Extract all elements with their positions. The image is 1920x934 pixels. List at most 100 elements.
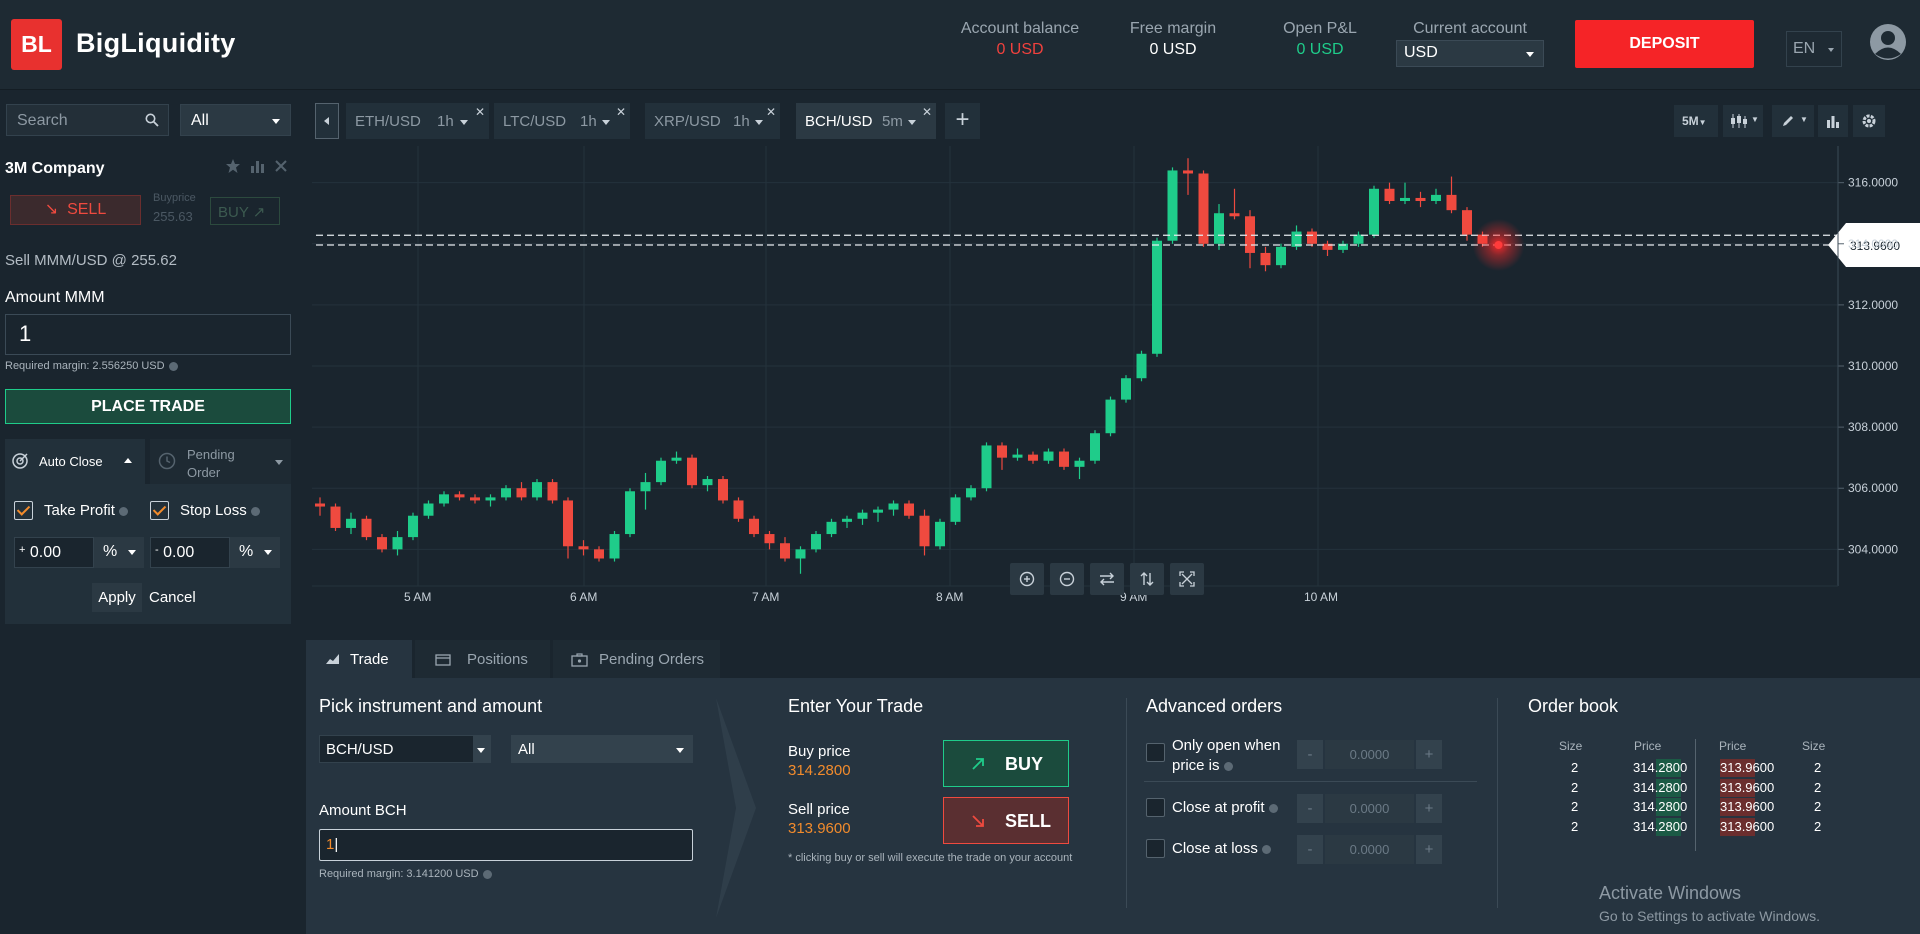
bid-size[interactable]: 2 — [1571, 799, 1578, 814]
close-icon[interactable]: ✕ — [475, 105, 485, 119]
take-profit-unit-select[interactable]: % — [94, 537, 144, 568]
brand-name[interactable]: BigLiquidity — [76, 28, 236, 59]
tabs-scroll-left-button[interactable] — [315, 103, 339, 139]
chevron-down-icon[interactable] — [755, 120, 763, 125]
chevron-down-icon[interactable] — [602, 120, 610, 125]
current-account-select[interactable]: USD — [1396, 40, 1544, 67]
user-avatar-icon[interactable] — [1869, 23, 1907, 61]
stepper-value[interactable]: 0.0000 — [1325, 835, 1414, 864]
star-icon[interactable] — [225, 158, 241, 179]
search-input[interactable]: Search — [6, 104, 169, 136]
increment-button[interactable]: + — [1416, 794, 1442, 823]
amount-input[interactable]: 1| — [319, 829, 693, 861]
bid-price[interactable]: 314.2800 — [1633, 760, 1687, 775]
ask-price[interactable]: 313.9600 — [1720, 780, 1774, 795]
chart-tab-eth-usd[interactable]: ETH/USD 1h ✕ — [346, 103, 489, 139]
language-select[interactable]: EN — [1786, 31, 1842, 67]
brand-logo[interactable]: BL — [11, 19, 62, 70]
info-icon[interactable] — [168, 361, 178, 371]
candle-body — [346, 518, 356, 528]
info-icon[interactable] — [1223, 761, 1233, 771]
bid-size[interactable]: 2 — [1571, 819, 1578, 834]
zoom-out-button[interactable] — [1050, 563, 1084, 595]
chart-tab-timeframe[interactable]: 5m — [882, 113, 903, 130]
chart-tab-timeframe[interactable]: 1h — [733, 113, 750, 130]
buy-button[interactable]: BUY ↗ — [210, 197, 280, 225]
decrement-button[interactable]: - — [1297, 794, 1323, 823]
ask-size[interactable]: 2 — [1814, 780, 1821, 795]
zoom-in-button[interactable] — [1010, 563, 1044, 595]
stepper-value[interactable]: 0.0000 — [1325, 740, 1414, 769]
chart-tab-timeframe[interactable]: 1h — [580, 113, 597, 130]
stop-loss-unit-select[interactable]: % — [230, 537, 280, 568]
info-icon[interactable] — [1268, 803, 1278, 813]
info-icon[interactable] — [482, 869, 492, 879]
increment-button[interactable]: + — [1416, 740, 1442, 769]
chart-tab-ltc-usd[interactable]: LTC/USD 1h ✕ — [494, 103, 630, 139]
bid-size[interactable]: 2 — [1571, 780, 1578, 795]
bar-chart-icon[interactable] — [249, 158, 265, 179]
chart-settings-button[interactable] — [1853, 105, 1885, 137]
add-chart-tab-button[interactable]: + — [945, 103, 980, 139]
close-icon[interactable]: ✕ — [616, 105, 626, 119]
info-icon[interactable] — [118, 506, 128, 516]
place-trade-button[interactable]: PLACE TRADE — [5, 389, 291, 424]
tab-positions[interactable]: Positions — [415, 640, 550, 678]
close-icon[interactable]: ✕ — [922, 105, 932, 119]
tab-pending-order[interactable]: Pending Order — [150, 439, 291, 484]
tab-trade-label: Trade — [350, 651, 389, 668]
stop-loss-checkbox[interactable] — [150, 501, 169, 520]
close-icon[interactable]: ✕ — [766, 105, 776, 119]
scroll-horizontal-button[interactable] — [1090, 563, 1124, 595]
chevron-down-icon[interactable] — [908, 120, 916, 125]
info-icon[interactable] — [1261, 844, 1271, 854]
instrument-select[interactable]: BCH/USD — [319, 735, 491, 763]
chart-tab-bch-usd[interactable]: BCH/USD 5m ✕ — [796, 103, 936, 139]
amount-input[interactable]: 1 — [5, 314, 291, 355]
ask-price[interactable]: 313.9600 — [1720, 819, 1774, 834]
chart-tab-timeframe[interactable]: 1h — [437, 113, 454, 130]
increment-button[interactable]: + — [1416, 835, 1442, 864]
bid-size[interactable]: 2 — [1571, 760, 1578, 775]
tab-pending-orders[interactable]: Pending Orders — [553, 640, 720, 678]
chevron-down-icon[interactable] — [460, 120, 468, 125]
close-at-profit-checkbox[interactable] — [1146, 798, 1165, 817]
stepper-value[interactable]: 0.0000 — [1325, 794, 1414, 823]
bid-price[interactable]: 314.2800 — [1633, 819, 1687, 834]
decrement-button[interactable]: - — [1297, 835, 1323, 864]
only-open-when-checkbox[interactable] — [1146, 743, 1165, 762]
price-chart[interactable]: 313.9600 304.0000 306.0000 308.0000 310.000… — [306, 146, 1920, 632]
chart-type-button[interactable]: ▼ — [1723, 105, 1763, 137]
deposit-button[interactable]: DEPOSIT — [1575, 20, 1754, 68]
decrement-button[interactable]: - — [1297, 740, 1323, 769]
ask-price[interactable]: 313.9600 — [1720, 799, 1774, 814]
category-select[interactable]: All — [511, 735, 693, 763]
scroll-vertical-button[interactable] — [1130, 563, 1164, 595]
close-icon[interactable] — [273, 158, 289, 179]
sell-button[interactable]: ↘ SELL — [10, 195, 141, 225]
tab-auto-close[interactable]: Auto Close — [5, 439, 145, 484]
interval-select[interactable]: 5M▼ — [1674, 105, 1718, 137]
info-icon[interactable] — [250, 506, 260, 516]
drawing-tools-button[interactable]: ▼ — [1772, 105, 1814, 137]
fullscreen-button[interactable] — [1170, 563, 1204, 595]
ask-price[interactable]: 313.9600 — [1720, 760, 1774, 775]
indicators-button[interactable] — [1818, 105, 1848, 137]
tab-trade[interactable]: Trade — [306, 640, 412, 678]
buy-button[interactable]: BUY — [943, 740, 1069, 787]
stop-loss-input[interactable]: - 0.00 — [150, 537, 230, 568]
take-profit-checkbox[interactable] — [14, 501, 33, 520]
ask-size[interactable]: 2 — [1814, 799, 1821, 814]
bid-price[interactable]: 314.2800 — [1633, 780, 1687, 795]
apply-button[interactable]: Apply — [92, 583, 142, 612]
bid-price[interactable]: 314.2800 — [1633, 799, 1687, 814]
chart-tab-xrp-usd[interactable]: XRP/USD 1h ✕ — [645, 103, 780, 139]
cancel-button[interactable]: Cancel — [149, 583, 209, 612]
y-tick-label: 310.0000 — [1848, 359, 1898, 373]
take-profit-input[interactable]: + 0.00 — [14, 537, 94, 568]
instrument-filter-select[interactable]: All — [180, 104, 291, 136]
sell-button[interactable]: SELL — [943, 797, 1069, 844]
close-at-loss-checkbox[interactable] — [1146, 839, 1165, 858]
ask-size[interactable]: 2 — [1814, 819, 1821, 834]
ask-size[interactable]: 2 — [1814, 760, 1821, 775]
